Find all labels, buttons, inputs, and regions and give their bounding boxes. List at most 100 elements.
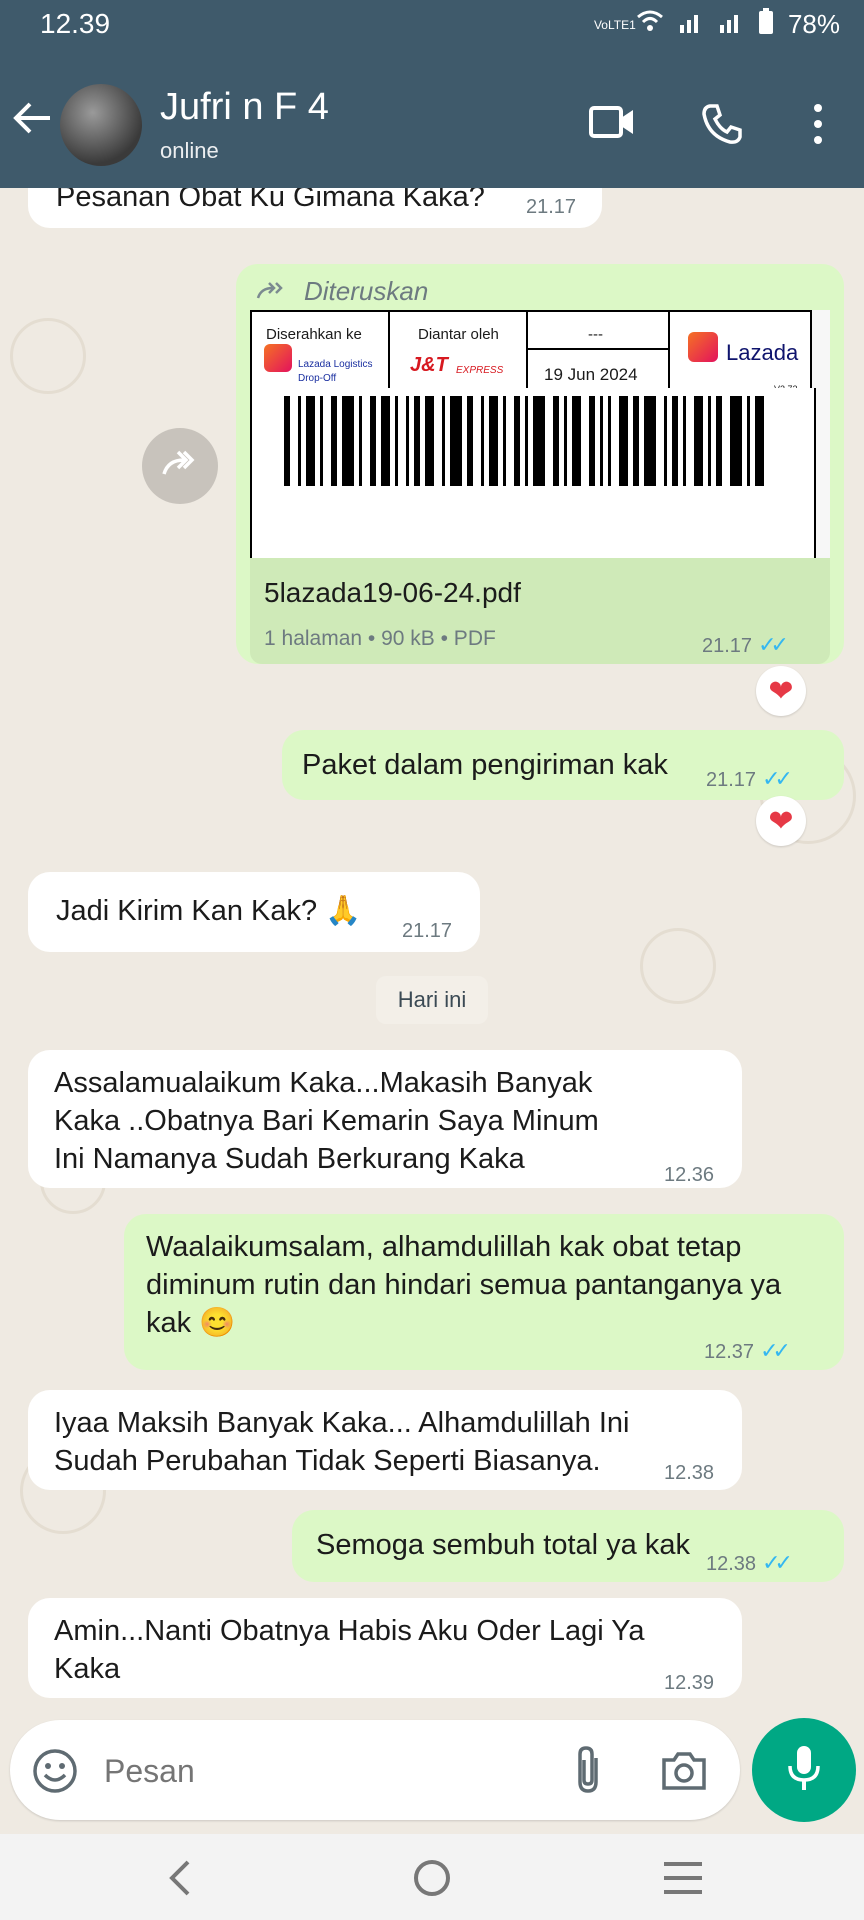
mic-icon: [786, 1744, 822, 1797]
battery-icon: [758, 8, 774, 41]
barcode-bar: [608, 396, 611, 486]
message-time: 21.17: [402, 920, 453, 942]
read-receipt-icon: ✓✓: [762, 1550, 793, 1575]
system-nav-bar: [0, 1834, 864, 1920]
message-incoming[interactable]: Assalamualaikum Kaka...Makasih Banyak Ka…: [28, 1050, 742, 1188]
barcode-bar: [633, 396, 639, 486]
message-time: 21.17: [526, 196, 577, 218]
barcode-bar: [553, 396, 559, 486]
more-icon[interactable]: [810, 102, 826, 151]
barcode-bar: [442, 396, 445, 486]
label-cell-handover: Diserahkan ke Lazada Logistics Drop-Off: [250, 310, 390, 390]
nav-menu-icon[interactable]: [662, 1860, 704, 1901]
message-outgoing[interactable]: Semoga sembuh total ya kak 12.38 ✓✓: [292, 1510, 844, 1582]
message-incoming[interactable]: Jadi Kirim Kan Kak? 🙏 21.17: [28, 872, 480, 952]
nav-home-icon[interactable]: [412, 1858, 452, 1903]
barcode-bar: [284, 396, 290, 486]
label-courier: J&T: [410, 354, 448, 376]
message-text: Amin...Nanti Obatnya Habis Aku Oder Lagi…: [54, 1615, 645, 1685]
message-time: 12.38: [664, 1462, 715, 1484]
phone-icon[interactable]: [700, 102, 744, 151]
barcode-bar: [370, 396, 376, 486]
barcode-bar: [406, 396, 409, 486]
barcode-bar: [589, 396, 595, 486]
barcode-bar: [306, 396, 315, 486]
barcode-bar: [672, 396, 678, 486]
chat-area[interactable]: Pesanan Obat Ku Gimana Kaka? 21.17 Diter…: [0, 188, 864, 1720]
forwarded-label: Diteruskan: [304, 276, 429, 306]
message-text: Waalaikumsalam, alhamdulillah kak obat t…: [146, 1231, 782, 1339]
heart-icon[interactable]: ❤: [756, 666, 806, 716]
document-file-name: 5lazada19-06-24.pdf: [264, 577, 521, 608]
barcode-bar: [683, 396, 686, 486]
message-incoming[interactable]: Amin...Nanti Obatnya Habis Aku Oder Lagi…: [28, 1598, 742, 1698]
document-preview[interactable]: Diserahkan ke Lazada Logistics Drop-Off …: [250, 310, 830, 558]
lazada-logo: [688, 332, 718, 362]
chat-header: Jufri n F 4 online: [0, 50, 864, 188]
wifi-icon: [636, 9, 664, 40]
message-text: Pesanan Obat Ku Gimana Kaka?: [56, 188, 485, 213]
message-text: Iyaa Maksih Banyak Kaka... Alhamdulillah…: [54, 1407, 630, 1477]
signal-icon: [678, 9, 704, 40]
nav-back-icon[interactable]: [166, 1858, 192, 1903]
barcode-bar: [525, 396, 528, 486]
video-call-icon[interactable]: [588, 102, 636, 147]
wallpaper-doodle: [640, 928, 716, 1004]
message-time: 12.37 ✓✓: [704, 1338, 791, 1363]
read-receipt-icon: ✓✓: [762, 766, 793, 791]
message-incoming[interactable]: Pesanan Obat Ku Gimana Kaka? 21.17: [28, 188, 602, 228]
forward-icon: [160, 448, 200, 485]
read-receipt-icon: ✓✓: [760, 1338, 791, 1363]
barcode-bar: [730, 396, 742, 486]
message-text: Semoga sembuh total ya kak: [316, 1529, 690, 1561]
label-lazada: Lazada: [726, 340, 799, 365]
contact-name[interactable]: Jufri n F 4: [160, 86, 329, 129]
barcode-bar: [664, 396, 667, 486]
barcode-bar: [489, 396, 498, 486]
message-time: 12.39: [664, 1672, 715, 1694]
message-input[interactable]: [102, 1744, 546, 1798]
message-text: Jadi Kirim Kan Kak? 🙏: [56, 895, 362, 927]
avatar[interactable]: [60, 84, 142, 166]
barcode-bar: [514, 396, 520, 486]
status-bar: 12.39 VoLTE1 78%: [0, 0, 864, 50]
label-cell-lazada: Lazada V2 72: [668, 310, 812, 394]
barcode-bar: [533, 396, 545, 486]
barcode-bar: [481, 396, 484, 486]
message-time: 21.17 ✓✓: [706, 766, 793, 791]
status-time: 12.39: [40, 8, 111, 39]
message-outgoing-document[interactable]: Diteruskan Diserahkan ke Lazada Logistic…: [236, 264, 844, 664]
message-time: 12.36: [664, 1164, 715, 1186]
back-arrow-icon[interactable]: [10, 96, 54, 145]
contact-status: online: [160, 138, 219, 163]
forward-icon: [256, 274, 290, 312]
message-outgoing[interactable]: Paket dalam pengiriman kak 21.17 ✓✓: [282, 730, 844, 800]
barcode-bar: [414, 396, 420, 486]
message-outgoing[interactable]: Waalaikumsalam, alhamdulillah kak obat t…: [124, 1214, 844, 1370]
barcode-bar: [619, 396, 628, 486]
message-incoming[interactable]: Iyaa Maksih Banyak Kaka... Alhamdulillah…: [28, 1390, 742, 1490]
date-chip: Hari ini: [376, 976, 488, 1024]
message-composer: [10, 1720, 740, 1820]
attach-icon[interactable]: [570, 1744, 606, 1801]
barcode-bar: [694, 396, 703, 486]
message-time: 21.17 ✓✓: [702, 632, 789, 657]
barcode-bar: [320, 396, 323, 486]
signal-icon: [718, 9, 744, 40]
forward-button[interactable]: [142, 428, 218, 504]
barcode-bar: [342, 396, 354, 486]
message-time: 12.38 ✓✓: [706, 1550, 793, 1575]
status-icons: VoLTE1 78%: [594, 8, 840, 41]
label-cell-date: --- 19 Jun 2024: [526, 310, 670, 390]
camera-icon[interactable]: [660, 1748, 708, 1797]
read-receipt-icon: ✓✓: [758, 632, 789, 657]
barcode-bar: [644, 396, 656, 486]
emoji-icon[interactable]: [32, 1748, 78, 1799]
barcode-bar: [450, 396, 462, 486]
mic-button[interactable]: [752, 1718, 856, 1822]
heart-icon[interactable]: ❤: [756, 796, 806, 846]
barcode-bar: [572, 396, 581, 486]
battery-level: 78%: [787, 9, 840, 39]
barcode-bar: [381, 396, 390, 486]
barcode-bar: [708, 396, 711, 486]
